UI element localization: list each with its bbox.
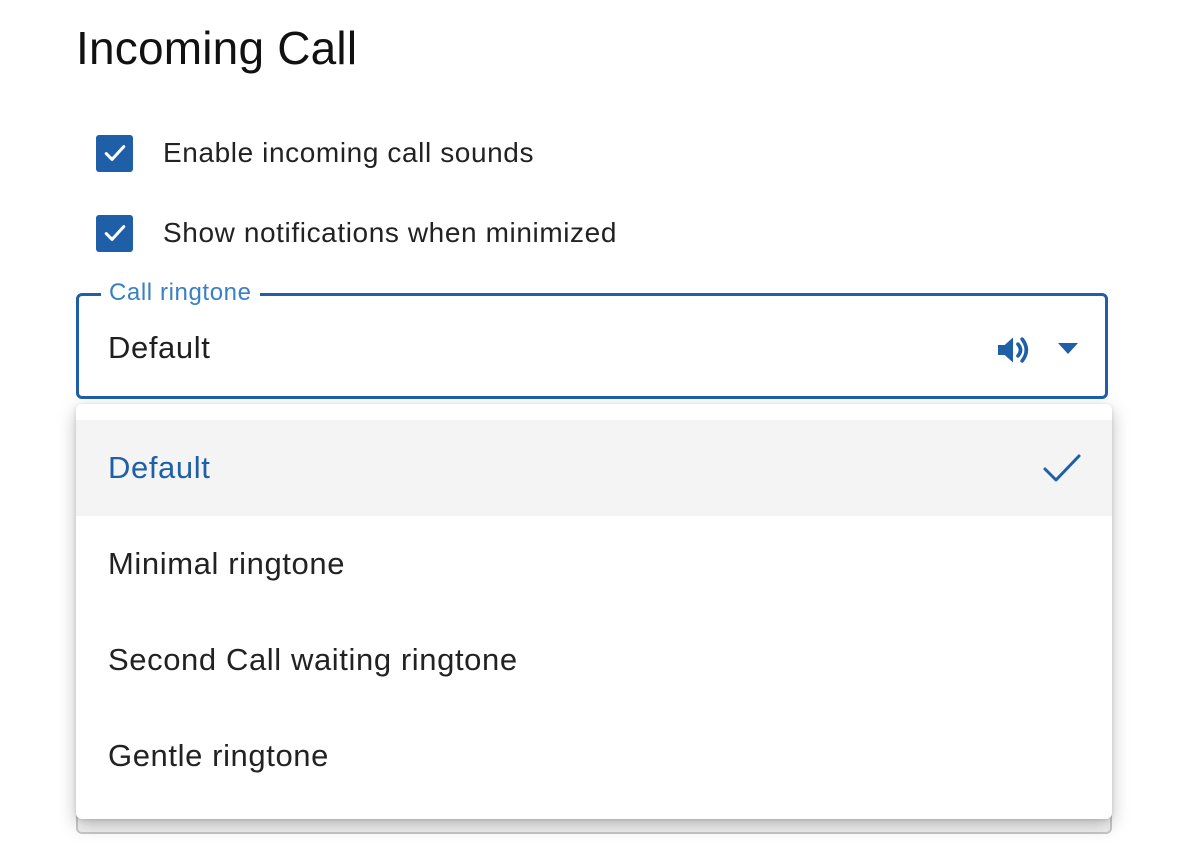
call-ringtone-select[interactable]: Call ringtone Default [76, 278, 1108, 399]
show-notifications-option[interactable]: Show notifications when minimized [96, 214, 617, 252]
enable-call-sounds-checkbox[interactable] [96, 134, 133, 172]
ringtone-option-minimal[interactable]: Minimal ringtone [76, 516, 1112, 612]
ringtone-dropdown-menu: Default Minimal ringtone Second Call wai… [76, 404, 1112, 819]
speaker-icon[interactable] [993, 330, 1033, 370]
caret-down-icon[interactable] [1058, 343, 1078, 355]
checkmark-icon [104, 145, 125, 161]
show-notifications-label: Show notifications when minimized [163, 217, 618, 248]
ringtone-option-gentle[interactable]: Gentle ringtone [76, 708, 1112, 804]
enable-call-sounds-option[interactable]: Enable incoming call sounds [96, 134, 534, 172]
section-title: Incoming Call [76, 22, 358, 74]
ringtone-option-default[interactable]: Default [76, 420, 1112, 516]
menu-item-label: Minimal ringtone [108, 546, 346, 581]
menu-item-label: Default [108, 450, 211, 485]
enable-call-sounds-label: Enable incoming call sounds [163, 137, 535, 168]
menu-item-label: Second Call waiting ringtone [108, 642, 518, 677]
call-ringtone-legend: Call ringtone [101, 278, 260, 308]
checkmark-icon [104, 225, 125, 241]
check-icon [1043, 454, 1081, 482]
show-notifications-checkbox[interactable] [96, 214, 133, 252]
menu-item-label: Gentle ringtone [108, 738, 329, 773]
ringtone-option-second-call-waiting[interactable]: Second Call waiting ringtone [76, 612, 1112, 708]
call-ringtone-value: Default [108, 330, 211, 365]
settings-page: Incoming Call Enable incoming call sound… [0, 0, 1192, 864]
